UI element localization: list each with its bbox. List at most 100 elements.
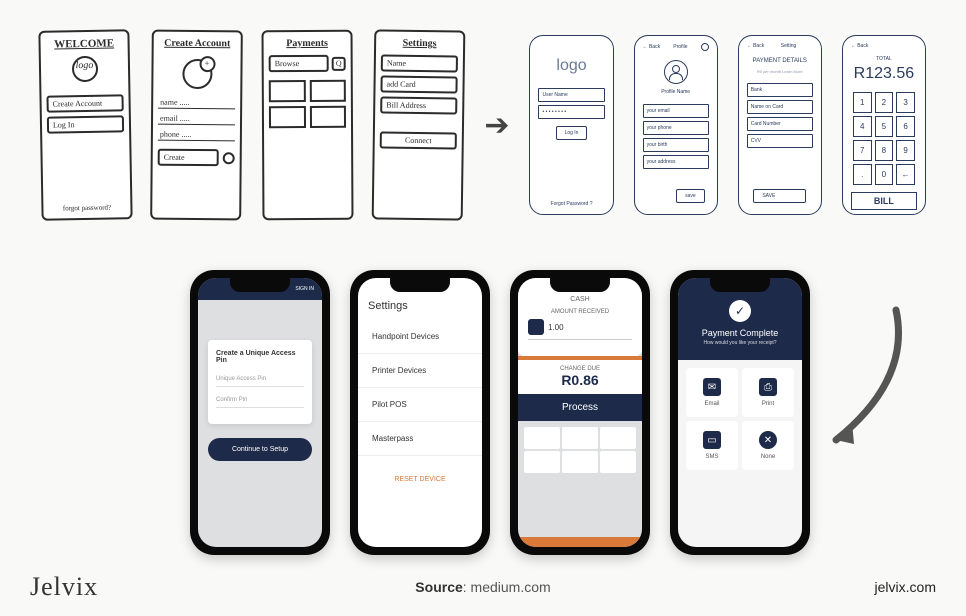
key[interactable] <box>562 427 598 449</box>
username-field[interactable]: User Name <box>538 88 604 102</box>
sketch-welcome: WELCOME logo Create Account Log In forgo… <box>38 29 132 221</box>
key-5[interactable]: 5 <box>875 116 894 137</box>
change-value: R0.86 <box>524 372 636 388</box>
receipt-sms[interactable]: ▭SMS <box>686 421 738 470</box>
forgot-link[interactable]: forgot password? <box>48 203 125 212</box>
save-button[interactable]: SAVE <box>753 189 806 203</box>
keypad <box>518 421 642 479</box>
grid-item[interactable] <box>310 106 347 128</box>
search-icon[interactable]: Q <box>332 56 346 70</box>
login-button[interactable]: Log In <box>47 115 124 133</box>
birth-field[interactable]: your birth <box>643 138 709 152</box>
key-8[interactable]: 8 <box>875 140 894 161</box>
sketch-title: Settings <box>381 37 458 49</box>
cvv-field[interactable]: CVV <box>747 134 813 148</box>
phone-field[interactable]: phone ..... <box>158 129 235 142</box>
cardnumber-field[interactable]: Card Number <box>747 117 813 131</box>
connect-button[interactable]: Connect <box>380 131 457 149</box>
save-button[interactable]: save <box>676 189 705 203</box>
key-back[interactable]: ← <box>896 164 915 185</box>
bank-field[interactable]: Bank <box>747 83 813 97</box>
key-6[interactable]: 6 <box>896 116 915 137</box>
grid-item[interactable] <box>309 80 346 102</box>
reset-button[interactable]: RESET DEVICE <box>358 464 482 495</box>
key[interactable] <box>562 451 598 473</box>
grid-item[interactable] <box>269 106 306 128</box>
amount-value[interactable]: 1.00 <box>548 323 564 332</box>
site-link[interactable]: jelvix.com <box>875 579 936 595</box>
payment-grid <box>269 80 346 128</box>
receipt-email[interactable]: ✉Email <box>686 368 738 417</box>
sketch-payments: Payments Browse Q <box>262 30 354 220</box>
create-account-button[interactable]: Create Account <box>46 94 123 112</box>
create-button[interactable]: Create <box>158 149 219 167</box>
avatar-icon <box>664 60 688 84</box>
back-button[interactable]: ← Back <box>851 43 869 49</box>
back-button[interactable]: ← Back <box>747 43 765 49</box>
key[interactable] <box>600 451 636 473</box>
login-button[interactable]: Log In <box>556 126 588 140</box>
add-card-row[interactable]: add Card <box>381 75 458 93</box>
bottom-bar <box>518 537 642 547</box>
bill-button[interactable]: BILL <box>851 192 917 210</box>
sms-icon: ▭ <box>703 431 721 449</box>
name-field[interactable]: name ..... <box>158 97 235 110</box>
hifi-complete-screen: ✓ Payment Complete How would you like yo… <box>670 270 810 555</box>
complete-title: Payment Complete <box>688 328 792 338</box>
key-0[interactable]: 0 <box>875 164 894 185</box>
gear-icon[interactable] <box>701 43 709 51</box>
phone-field[interactable]: your phone <box>643 121 709 135</box>
settings-item[interactable]: Handpoint Devices <box>358 320 482 354</box>
source-attribution: Source: medium.com <box>415 579 550 595</box>
address-field[interactable]: your address <box>643 155 709 169</box>
confirm-pin-field[interactable]: Confirm Pin <box>216 393 304 408</box>
avatar-icon <box>182 59 212 89</box>
key-1[interactable]: 1 <box>853 92 872 113</box>
bill-address-row[interactable]: Bill Address <box>380 96 457 114</box>
back-button[interactable]: ← Back <box>643 44 661 50</box>
cardname-field[interactable]: Name on Card <box>747 100 813 114</box>
receipt-none[interactable]: ✕None <box>742 421 794 470</box>
email-field[interactable]: your email <box>643 104 709 118</box>
print-icon: ⎙ <box>759 378 777 396</box>
sketch-title: WELCOME <box>45 37 122 50</box>
receipt-print[interactable]: ⎙Print <box>742 368 794 417</box>
signin-link[interactable]: SIGN IN <box>295 286 314 292</box>
key-4[interactable]: 4 <box>853 116 872 137</box>
brand-logo: Jelvix <box>30 572 98 602</box>
key-2[interactable]: 2 <box>875 92 894 113</box>
next-icon <box>223 152 235 164</box>
sketch-settings: Settings Name add Card Bill Address Conn… <box>372 29 466 220</box>
complete-sub: How would you like your receipt? <box>688 340 792 346</box>
arrow-right-icon: ➔ <box>484 108 509 143</box>
total-amount: R123.56 <box>851 65 917 83</box>
email-field[interactable]: email ..... <box>158 113 235 126</box>
process-button[interactable]: Process <box>518 394 642 421</box>
forgot-link[interactable]: Forgot Password ? <box>538 201 604 207</box>
settings-item[interactable]: Pilot POS <box>358 388 482 422</box>
key-7[interactable]: 7 <box>853 140 872 161</box>
wire-profile: ← BackProfile Profile Name your email yo… <box>634 35 718 215</box>
settings-item[interactable]: Printer Devices <box>358 354 482 388</box>
wire-logo: logo <box>538 57 604 75</box>
pin-field[interactable]: Unique Access Pin <box>216 372 304 387</box>
key[interactable] <box>524 451 560 473</box>
sketch-title: Payments <box>269 38 346 49</box>
key[interactable] <box>600 427 636 449</box>
browse-button[interactable]: Browse <box>269 55 329 72</box>
password-field[interactable]: • • • • • • • • <box>538 105 604 119</box>
key-dot[interactable]: . <box>853 164 872 185</box>
grid-item[interactable] <box>269 80 306 102</box>
wire-payment: ← BackSetting PAYMENT DETAILS R0 per mon… <box>738 35 822 215</box>
amount-label: AMOUNT RECEIVED <box>528 309 632 315</box>
numeric-keypad: 1 2 3 4 5 6 7 8 9 . 0 ← <box>851 92 917 185</box>
hifi-pin-screen: SIGN IN Create a Unique Access Pin Uniqu… <box>190 270 330 555</box>
key[interactable] <box>524 427 560 449</box>
section-title: PAYMENT DETAILS <box>747 58 813 64</box>
continue-button[interactable]: Continue to Setup <box>208 438 312 461</box>
key-9[interactable]: 9 <box>896 140 915 161</box>
settings-item[interactable]: Masterpass <box>358 422 482 456</box>
name-row[interactable]: Name <box>381 54 458 72</box>
key-3[interactable]: 3 <box>896 92 915 113</box>
screen-title: Settings <box>358 278 482 320</box>
